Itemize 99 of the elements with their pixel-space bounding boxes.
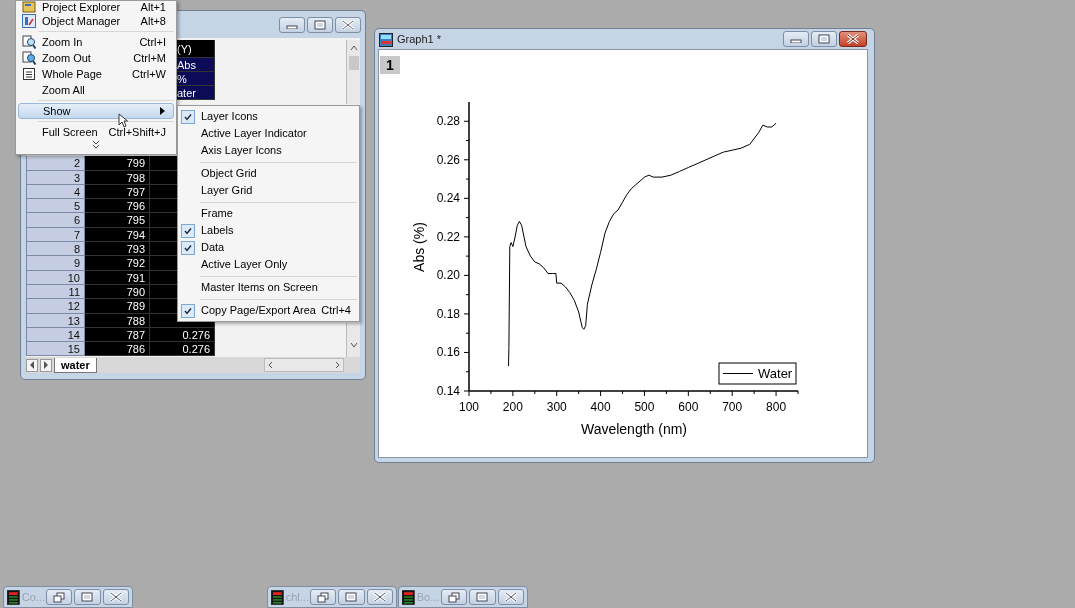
tick-label: 400 bbox=[590, 400, 611, 414]
menu-item[interactable]: Project Explorer Alt+1 bbox=[18, 1, 174, 13]
maximize-icon bbox=[314, 20, 326, 30]
tick-label: 0.14 bbox=[436, 384, 460, 398]
close-icon bbox=[109, 592, 122, 602]
tick-label: 200 bbox=[502, 400, 523, 414]
triangle-right-icon bbox=[43, 361, 49, 369]
tick-label: 600 bbox=[678, 400, 699, 414]
restore-button[interactable] bbox=[440, 589, 468, 605]
row-number: 9 bbox=[26, 256, 85, 271]
close-button[interactable] bbox=[839, 31, 867, 47]
table-cell: 789 bbox=[85, 299, 150, 314]
close-icon bbox=[373, 592, 386, 602]
maximize-icon bbox=[81, 592, 94, 602]
tick-label: 800 bbox=[766, 400, 787, 414]
maximize-button[interactable] bbox=[307, 17, 333, 33]
menu-item[interactable]: Frame bbox=[180, 205, 357, 222]
legend-label: Water bbox=[758, 366, 793, 381]
previous-sheet-button[interactable] bbox=[26, 358, 38, 372]
maximize-icon bbox=[818, 34, 830, 44]
vertical-scrollbar[interactable] bbox=[346, 40, 360, 104]
tick-label: 0.18 bbox=[436, 306, 460, 321]
menu-item[interactable]: Axis Layer Icons bbox=[180, 142, 357, 159]
page-icon bbox=[22, 67, 36, 81]
restore-icon bbox=[447, 591, 460, 603]
close-icon bbox=[504, 592, 517, 602]
restore-button[interactable] bbox=[45, 589, 73, 605]
maximize-button[interactable] bbox=[338, 589, 365, 605]
tick-label: 0.26 bbox=[436, 152, 460, 167]
menu-item[interactable]: Object Manager Alt+8 bbox=[18, 13, 174, 29]
axis-title: Wavelength (nm) bbox=[580, 421, 688, 437]
menu-item[interactable]: Active Layer Only bbox=[180, 256, 357, 273]
magnifier-icon bbox=[22, 51, 36, 65]
minimize-button[interactable] bbox=[783, 31, 809, 47]
graph-icon bbox=[379, 32, 393, 47]
restore-icon bbox=[52, 591, 65, 603]
panel-icon bbox=[22, 14, 36, 28]
tick-label: 700 bbox=[722, 400, 743, 414]
tick-label: 0.28 bbox=[436, 114, 460, 129]
menu-item[interactable]: Full Screen Ctrl+Shift+J bbox=[18, 124, 174, 140]
table-cell: 796 bbox=[85, 199, 150, 214]
tick-label: 100 bbox=[459, 400, 479, 414]
table-cell: 786 bbox=[85, 342, 150, 357]
scroll-up-icon[interactable] bbox=[349, 44, 358, 52]
scroll-down-icon[interactable] bbox=[349, 341, 358, 349]
horizontal-scrollbar[interactable] bbox=[264, 358, 344, 372]
tick-label: 0.22 bbox=[436, 229, 460, 244]
menu-item[interactable]: Active Layer Indicator bbox=[180, 125, 357, 142]
table-cell: 799 bbox=[85, 156, 150, 171]
magnifier-icon bbox=[22, 35, 36, 49]
worksheet-icon bbox=[7, 589, 20, 605]
axis-title: Abs (%) bbox=[411, 222, 427, 272]
tick-label: 0.16 bbox=[436, 345, 460, 360]
row-number: 6 bbox=[26, 213, 85, 228]
maximize-button[interactable] bbox=[469, 589, 496, 605]
menu-item[interactable]: Object Grid bbox=[180, 165, 357, 182]
scrollbar-track[interactable] bbox=[346, 323, 360, 357]
scrollbar-thumb[interactable] bbox=[348, 56, 359, 70]
restore-icon bbox=[316, 591, 329, 603]
submenu-arrow-icon bbox=[160, 107, 165, 115]
row-number: 2 bbox=[26, 156, 85, 171]
menu-item[interactable]: Layer Grid bbox=[180, 182, 357, 199]
tick-label: 300 bbox=[546, 400, 567, 414]
menu-item[interactable]: Layer Icons bbox=[180, 108, 357, 125]
menu-item[interactable]: Copy Page/Export Area Ctrl+4 bbox=[180, 302, 357, 319]
close-icon bbox=[847, 34, 859, 44]
table-cell: 0.276 bbox=[150, 342, 215, 357]
tick-label: 500 bbox=[634, 400, 655, 414]
table-cell: 795 bbox=[85, 213, 150, 228]
worksheet-icon bbox=[271, 589, 284, 605]
folder-icon bbox=[22, 0, 36, 14]
tick-label: 0.20 bbox=[436, 268, 460, 283]
scroll-right-icon[interactable] bbox=[335, 361, 340, 369]
close-icon bbox=[342, 20, 354, 30]
table-cell: 792 bbox=[85, 256, 150, 271]
row-number: 15 bbox=[26, 342, 85, 357]
expand-icon[interactable] bbox=[92, 140, 100, 149]
menu-item[interactable]: Labels bbox=[180, 222, 357, 239]
menu-item[interactable]: Data bbox=[180, 239, 357, 256]
tick-label: 0.24 bbox=[436, 191, 460, 206]
layer-tag[interactable]: 1 bbox=[380, 56, 400, 74]
next-sheet-button[interactable] bbox=[40, 358, 52, 372]
table-cell: 793 bbox=[85, 242, 150, 257]
row-number: 8 bbox=[26, 242, 85, 257]
restore-button[interactable] bbox=[309, 589, 337, 605]
row-number: 12 bbox=[26, 299, 85, 314]
menu-item[interactable]: Master Items on Screen bbox=[180, 279, 357, 296]
menu-item[interactable]: Show bbox=[18, 103, 174, 119]
minimize-button[interactable] bbox=[279, 17, 305, 33]
maximize-icon bbox=[345, 592, 358, 602]
scroll-left-icon[interactable] bbox=[268, 361, 273, 369]
worksheet-icon bbox=[402, 589, 415, 605]
mouse-pointer-icon bbox=[118, 113, 128, 128]
window-title: Graph1 * bbox=[397, 32, 442, 48]
maximize-button[interactable] bbox=[74, 589, 101, 605]
maximize-icon bbox=[476, 592, 489, 602]
triangle-left-icon bbox=[29, 361, 35, 369]
sheet-tab[interactable]: water bbox=[54, 357, 97, 373]
row-number: 5 bbox=[26, 199, 85, 214]
